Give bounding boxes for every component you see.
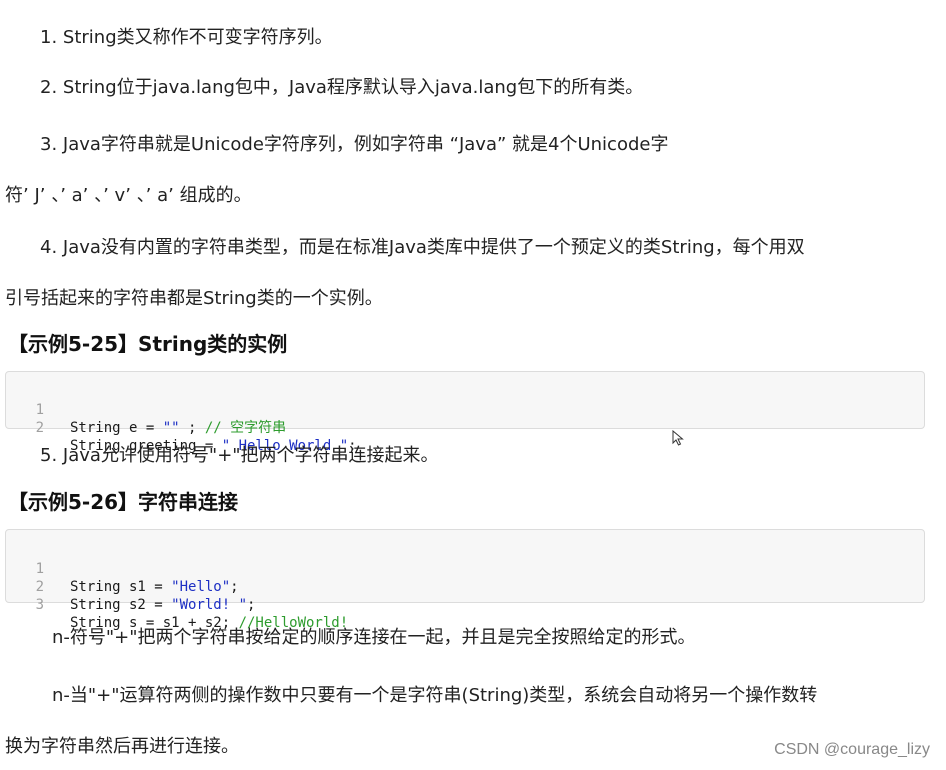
paragraph-3-line-1: 3. Java字符串就是Unicode字符序列，例如字符串 “Java” 就是4… bbox=[40, 134, 669, 155]
paragraph-3-line-2: 符’ J’ 、’ a’ 、’ v’ 、’ a’ 组成的。 bbox=[5, 185, 252, 206]
watermark: CSDN @courage_lizy bbox=[774, 741, 930, 758]
code-plain: String s2 = bbox=[70, 597, 172, 613]
code-line: 1 String e = "" ; // 空字符串 bbox=[6, 383, 924, 436]
code-comment: // 空字符串 bbox=[204, 420, 287, 436]
line-number: 2 bbox=[35, 420, 44, 436]
note-2-line-2: 换为字符串然后再进行连接。 bbox=[5, 736, 239, 757]
note-1: n-符号"+"把两个字符串按给定的顺序连接在一起，并且是完全按照给定的形式。 bbox=[52, 627, 696, 648]
code-line: 2 String greeting = " Hello World "; bbox=[6, 401, 924, 454]
code-block-example-2: 1 String s1 = "Hello"; 2 String s2 = "Wo… bbox=[5, 529, 925, 631]
code-plain: ; bbox=[179, 420, 205, 436]
code-block-example-1: 1 String e = "" ; // 空字符串 2 String greet… bbox=[5, 371, 925, 454]
paragraph-1: 1. String类又称作不可变字符序列。 bbox=[40, 27, 333, 48]
code-text: String s2 = "World! "; bbox=[70, 596, 255, 614]
code-plain: ; bbox=[247, 597, 256, 613]
paragraph-5: 5. Java允许使用符号"+"把两个字符串连接起来。 bbox=[40, 445, 439, 466]
code-line: 2 String s2 = "World! "; bbox=[6, 560, 924, 613]
code-plain: String e = bbox=[70, 420, 163, 436]
code-text: String e = "" ; // 空字符串 bbox=[70, 419, 286, 437]
code-string-literal: "World! " bbox=[171, 597, 248, 613]
mouse-pointer-icon bbox=[672, 430, 684, 446]
code-line: 3 String s = s1 + s2; //HelloWorld! bbox=[6, 578, 924, 631]
example-2-heading: 【示例5-26】字符串连接 bbox=[8, 490, 239, 514]
paragraph-4-line-1: 4. Java没有内置的字符串类型，而是在标准Java类库中提供了一个预定义的类… bbox=[40, 237, 805, 258]
paragraph-4-line-2: 引号括起来的字符串都是String类的一个实例。 bbox=[5, 288, 383, 309]
code-line: 1 String s1 = "Hello"; bbox=[6, 542, 924, 595]
code-string-literal: "" bbox=[162, 420, 180, 436]
paragraph-2: 2. String位于java.lang包中，Java程序默认导入java.la… bbox=[40, 77, 644, 98]
line-number: 3 bbox=[35, 597, 44, 613]
note-2-line-1: n-当"+"运算符两侧的操作数中只要有一个是字符串(String)类型，系统会自… bbox=[52, 685, 818, 706]
example-1-heading: 【示例5-25】String类的实例 bbox=[8, 332, 288, 356]
